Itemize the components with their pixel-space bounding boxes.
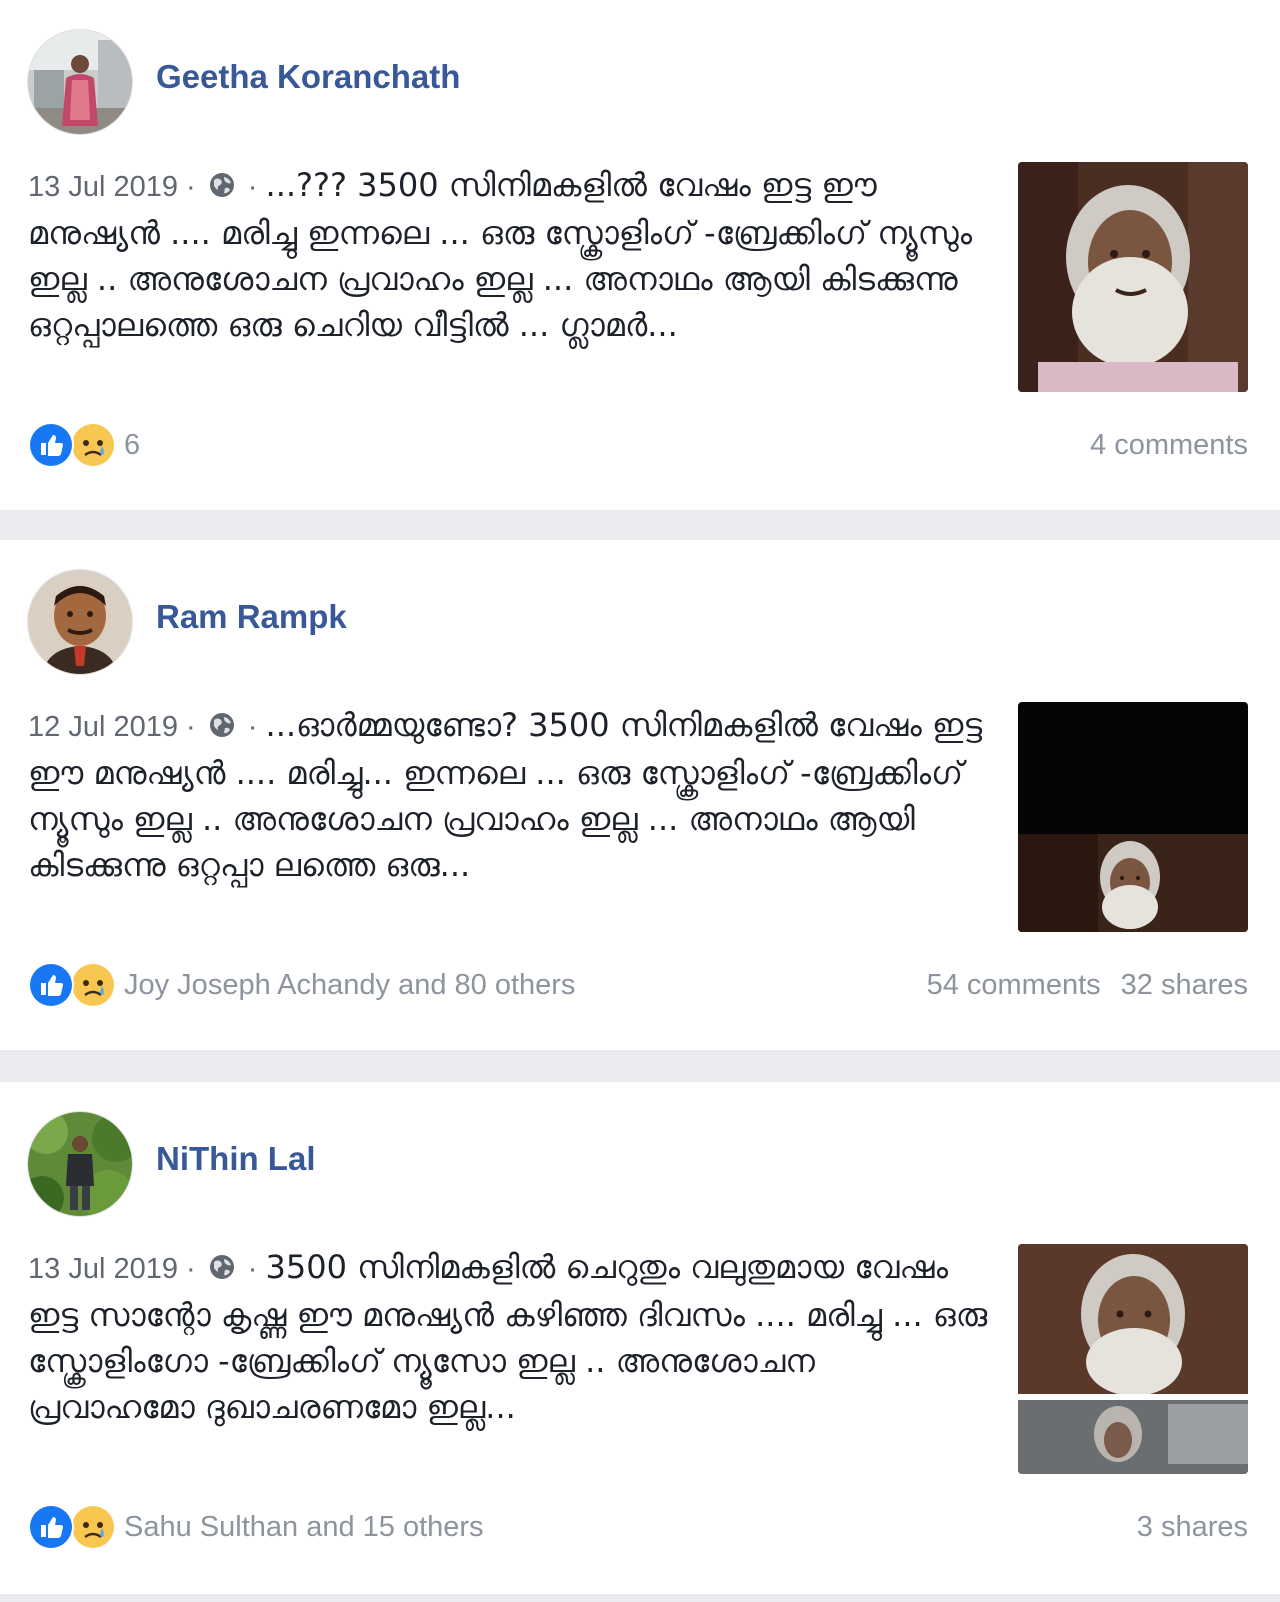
post-footer: Sahu Sulthan and 15 others 3 shares xyxy=(28,1502,1248,1552)
post-thumbnail[interactable] xyxy=(1018,1244,1248,1474)
reaction-count[interactable]: 6 xyxy=(124,429,140,462)
meta-separator: · xyxy=(239,711,266,743)
post-card: Ram Rampk 12 Jul 2019 · · ...ഓർമ്മയുണ്ടോ… xyxy=(0,540,1280,1050)
thumbnail-photo xyxy=(1018,162,1248,392)
post-thumbnail[interactable] xyxy=(1018,162,1248,392)
thumbnail-photo xyxy=(1018,702,1248,932)
meta-separator: · xyxy=(177,711,204,743)
author-name[interactable]: Ram Rampk xyxy=(156,598,347,636)
post-meta: 13 Jul 2019 · · xyxy=(28,171,266,203)
author-avatar[interactable] xyxy=(28,570,132,674)
post-card: Geetha Koranchath 13 Jul 2019 · · ...???… xyxy=(0,0,1280,510)
author-avatar[interactable] xyxy=(28,1112,132,1216)
post-stats: 4 comments xyxy=(1090,420,1248,470)
thumbnail-photo xyxy=(1018,1244,1248,1474)
author-name[interactable]: Geetha Koranchath xyxy=(156,58,460,96)
meta-separator: · xyxy=(177,1253,204,1285)
avatar-photo xyxy=(28,1112,132,1216)
reaction-count[interactable]: Sahu Sulthan and 15 others xyxy=(124,1511,484,1544)
comments-count[interactable]: 54 comments xyxy=(927,969,1101,1002)
post-stats: 3 shares xyxy=(1117,1502,1248,1552)
sad-reaction-icon xyxy=(70,422,116,468)
globe-icon[interactable] xyxy=(208,711,236,739)
meta-separator: · xyxy=(239,171,266,203)
meta-separator: · xyxy=(239,1253,266,1285)
post-meta: 13 Jul 2019 · · xyxy=(28,1253,266,1285)
news-feed: Geetha Koranchath 13 Jul 2019 · · ...???… xyxy=(0,0,1280,1602)
sad-reaction-icon xyxy=(70,962,116,1008)
like-reaction-icon xyxy=(28,422,74,468)
like-reaction-icon xyxy=(28,962,74,1008)
avatar-photo xyxy=(28,30,132,134)
author-name[interactable]: NiThin Lal xyxy=(156,1140,316,1178)
shares-count[interactable]: 32 shares xyxy=(1121,969,1248,1002)
avatar-photo xyxy=(28,570,132,674)
like-reaction-icon xyxy=(28,1504,74,1550)
globe-icon[interactable] xyxy=(208,171,236,199)
post-text-block: 12 Jul 2019 · · ...ഓർമ്മയുണ്ടോ? 3500 സിന… xyxy=(28,702,988,934)
meta-separator: · xyxy=(177,171,204,203)
post-footer: Joy Joseph Achandy and 80 others 54 comm… xyxy=(28,960,1248,1010)
reactions-summary[interactable]: Sahu Sulthan and 15 others xyxy=(28,1502,484,1552)
post-card: NiThin Lal 13 Jul 2019 · · 3500 സിനിമകളി… xyxy=(0,1082,1280,1594)
reactions-summary[interactable]: Joy Joseph Achandy and 80 others xyxy=(28,960,575,1010)
reaction-count[interactable]: Joy Joseph Achandy and 80 others xyxy=(124,969,575,1002)
post-meta: 12 Jul 2019 · · xyxy=(28,711,266,743)
post-stats: 54 comments 32 shares xyxy=(927,960,1248,1010)
reactions-summary[interactable]: 6 xyxy=(28,420,140,470)
post-footer: 6 4 comments xyxy=(28,420,1248,470)
post-text-block: 13 Jul 2019 · · 3500 സിനിമകളിൽ ചെറുതും വ… xyxy=(28,1244,988,1476)
post-date[interactable]: 13 Jul 2019 xyxy=(28,171,178,203)
globe-icon[interactable] xyxy=(208,1253,236,1281)
post-thumbnail[interactable] xyxy=(1018,702,1248,932)
sad-reaction-icon xyxy=(70,1504,116,1550)
post-text-block: 13 Jul 2019 · · ...??? 3500 സിനിമകളിൽ വേ… xyxy=(28,162,988,394)
post-date[interactable]: 13 Jul 2019 xyxy=(28,1253,178,1285)
shares-count[interactable]: 3 shares xyxy=(1137,1511,1248,1544)
author-avatar[interactable] xyxy=(28,30,132,134)
comments-count[interactable]: 4 comments xyxy=(1090,429,1248,462)
post-date[interactable]: 12 Jul 2019 xyxy=(28,711,178,743)
